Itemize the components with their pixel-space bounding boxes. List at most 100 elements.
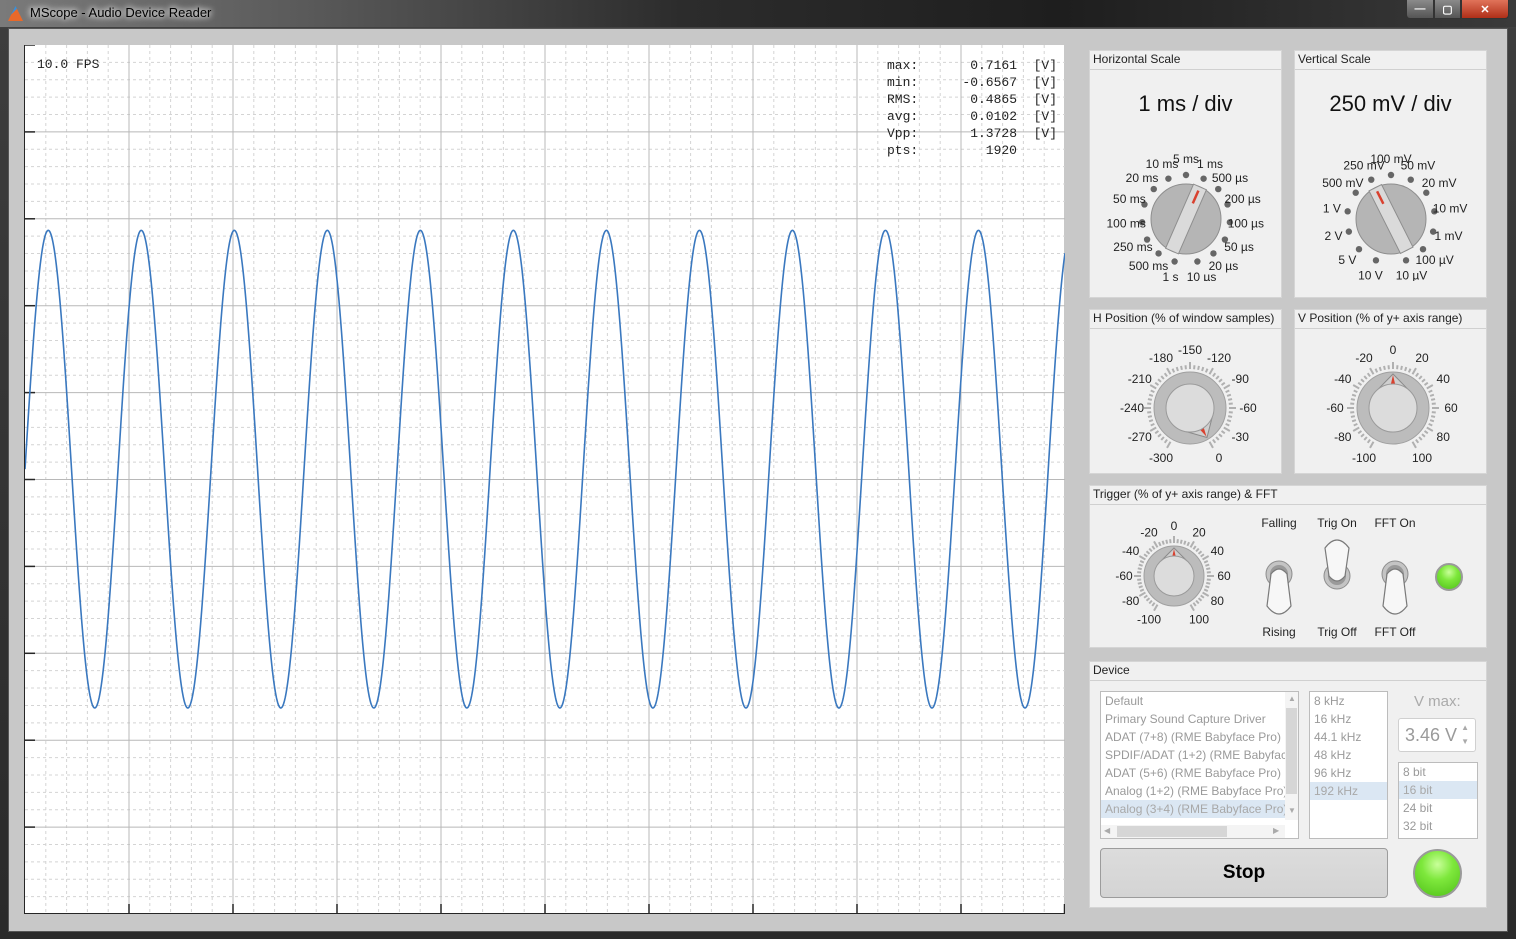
major-tick bbox=[1138, 555, 1146, 561]
minimize-button[interactable]: — bbox=[1406, 0, 1434, 19]
sample-rate-item[interactable]: 192 kHz bbox=[1310, 782, 1387, 800]
knob-tick-label: 60 bbox=[1217, 569, 1231, 583]
knob-tick-label: 20 bbox=[1415, 351, 1429, 365]
minor-tick bbox=[1404, 366, 1408, 372]
device-list-item[interactable]: SPDIF/ADAT (1+2) (RME Babyface Pro) bbox=[1101, 746, 1285, 764]
knob-option-label: 500 ms bbox=[1129, 259, 1168, 273]
sample-rate-item[interactable]: 8 kHz bbox=[1310, 692, 1387, 710]
device-list-item[interactable]: Default bbox=[1101, 692, 1285, 710]
position-dot bbox=[1171, 258, 1178, 265]
stat-unit: [V] bbox=[1033, 109, 1057, 124]
knob-option-label: 100 µV bbox=[1416, 253, 1454, 267]
knob-option-label: 1 mV bbox=[1434, 229, 1462, 243]
knob-tick-label: -40 bbox=[1122, 544, 1140, 558]
knob-tick-label: -60 bbox=[1115, 569, 1133, 583]
minor-tick bbox=[1429, 419, 1435, 423]
scope-plot[interactable]: 10.0 FPS max: 0.7161 [V] min: -0.6567 [V] RMS:… bbox=[24, 45, 1065, 914]
window-title: MScope - Audio Device Reader bbox=[30, 5, 212, 20]
scroll-down-icon[interactable]: ▼ bbox=[1288, 806, 1296, 815]
knob-tick-label: 0 bbox=[1390, 343, 1397, 357]
maximize-icon: ▢ bbox=[1442, 3, 1453, 16]
minor-tick bbox=[1154, 381, 1160, 386]
position-dot bbox=[1402, 257, 1410, 264]
knob-option-label: 5 ms bbox=[1173, 152, 1199, 166]
position-dot bbox=[1355, 245, 1363, 253]
major-tick bbox=[1208, 441, 1214, 449]
major-tick bbox=[1223, 426, 1231, 432]
knob-option-label: 1 V bbox=[1323, 202, 1341, 216]
minor-tick bbox=[1180, 365, 1183, 371]
knob-tick-label: -100 bbox=[1352, 451, 1376, 465]
sample-rate-item[interactable]: 48 kHz bbox=[1310, 746, 1387, 764]
sample-rate-item[interactable]: 96 kHz bbox=[1310, 764, 1387, 782]
device-list-item[interactable]: ADAT (5+6) (RME Babyface Pro) bbox=[1101, 764, 1285, 782]
minor-tick bbox=[1150, 422, 1155, 427]
minor-tick bbox=[1428, 422, 1433, 427]
position-dot bbox=[1182, 171, 1190, 179]
trigger-toggle-switch[interactable] bbox=[1320, 534, 1354, 594]
minor-tick bbox=[1171, 368, 1176, 373]
minor-tick bbox=[1204, 368, 1209, 373]
stat-value: 0.7161 bbox=[970, 58, 1017, 73]
knob-option-label: 100 ms bbox=[1106, 216, 1145, 230]
spinner-up-icon[interactable]: ▲ bbox=[1461, 723, 1469, 732]
close-button[interactable]: ✕ bbox=[1461, 0, 1509, 19]
sample-rate-listbox[interactable]: 8 kHz 16 kHz 44.1 kHz 48 kHz 96 kHz 192 kHz bbox=[1309, 691, 1388, 839]
horizontal-scale-knob[interactable]: 1 s500 ms250 ms100 ms50 ms20 ms10 ms5 ms… bbox=[1090, 151, 1283, 281]
position-dot bbox=[1387, 171, 1395, 179]
position-dot bbox=[1155, 250, 1162, 257]
stat-label: Vpp: bbox=[887, 126, 919, 141]
stat-row: min: -0.6567 [V] bbox=[887, 74, 1057, 91]
stat-label: avg: bbox=[887, 109, 919, 124]
bit-depth-item[interactable]: 32 bit bbox=[1399, 817, 1477, 835]
device-horizontal-scrollbar[interactable]: ◀ ▶ bbox=[1101, 825, 1285, 838]
minor-tick bbox=[1430, 398, 1436, 401]
device-list-item[interactable]: Primary Sound Capture Driver bbox=[1101, 710, 1285, 728]
spinner-down-icon[interactable]: ▼ bbox=[1461, 737, 1469, 746]
maximize-button[interactable]: ▢ bbox=[1434, 0, 1461, 19]
minor-tick bbox=[1192, 602, 1197, 607]
vertical-scale-knob[interactable]: 10 V5 V2 V1 V500 mV250 mV100 mV50 mV20 m… bbox=[1295, 151, 1488, 281]
stat-row: max: 0.7161 [V] bbox=[887, 57, 1057, 74]
scroll-left-icon[interactable]: ◀ bbox=[1104, 826, 1110, 835]
knob-tick-label: -80 bbox=[1334, 430, 1352, 444]
sample-rate-item[interactable]: 44.1 kHz bbox=[1310, 728, 1387, 746]
minor-tick bbox=[1148, 599, 1153, 605]
vmax-spinner[interactable]: 3.46 V ▲ ▼ bbox=[1398, 718, 1476, 752]
bit-depth-listbox[interactable]: 8 bit 16 bit 24 bit 32 bit bbox=[1398, 762, 1478, 839]
trig-off-label: Trig Off bbox=[1317, 625, 1357, 639]
fft-toggle-switch[interactable] bbox=[1378, 560, 1412, 620]
bit-depth-item[interactable]: 8 bit bbox=[1399, 763, 1477, 781]
stop-button[interactable]: Stop bbox=[1100, 848, 1388, 898]
sample-rate-item[interactable]: 16 kHz bbox=[1310, 710, 1387, 728]
h-position-knob[interactable]: -300-270-240-210-180-150-120-90-60-300 bbox=[1090, 330, 1283, 475]
scroll-up-icon[interactable]: ▲ bbox=[1288, 694, 1296, 703]
minor-tick bbox=[1357, 430, 1363, 435]
minor-tick bbox=[1400, 365, 1403, 371]
device-list-item[interactable]: Analog (1+2) (RME Babyface Pro) bbox=[1101, 782, 1285, 800]
stat-row: pts: 1920 bbox=[887, 142, 1057, 159]
knob-tick-label: 40 bbox=[1211, 544, 1225, 558]
title-bar[interactable]: MScope - Audio Device Reader — ▢ ✕ bbox=[0, 0, 1516, 27]
device-list-item[interactable]: ADAT (7+8) (RME Babyface Pro) bbox=[1101, 728, 1285, 746]
edge-toggle-switch[interactable] bbox=[1262, 560, 1296, 620]
device-vertical-scrollbar[interactable]: ▲ ▼ bbox=[1285, 692, 1298, 820]
major-tick bbox=[1223, 384, 1231, 390]
device-list-item[interactable]: Analog (3+4) (RME Babyface Pro) bbox=[1101, 800, 1285, 818]
scope-canvas bbox=[25, 45, 1065, 914]
scroll-thumb[interactable] bbox=[1117, 826, 1227, 837]
minor-tick bbox=[1430, 415, 1436, 418]
device-listbox[interactable]: Default Primary Sound Capture Driver ADAT … bbox=[1100, 691, 1299, 839]
bit-depth-item[interactable]: 24 bit bbox=[1399, 799, 1477, 817]
v-position-knob[interactable]: -100-80 -60 -40-20 0 20 40 60 80 100 bbox=[1295, 330, 1488, 475]
scroll-right-icon[interactable]: ▶ bbox=[1273, 826, 1279, 835]
minor-tick bbox=[1151, 545, 1156, 550]
trig-on-label: Trig On bbox=[1317, 516, 1357, 530]
scroll-thumb[interactable] bbox=[1286, 708, 1297, 794]
minor-tick bbox=[1220, 381, 1226, 386]
bit-depth-item[interactable]: 16 bit bbox=[1399, 781, 1477, 799]
knob-option-label: 1 ms bbox=[1197, 157, 1223, 171]
trigger-level-knob[interactable]: -100 -80 -60 -40-20 0 20 40 60 80100 bbox=[1090, 506, 1260, 649]
minor-tick bbox=[1351, 393, 1357, 397]
minor-tick bbox=[1428, 389, 1433, 394]
